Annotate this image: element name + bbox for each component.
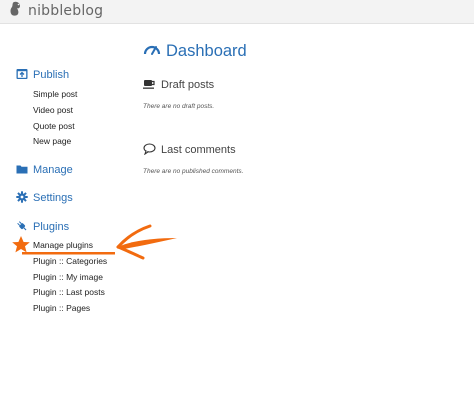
sidebar-item-new-page[interactable]: New page	[33, 135, 71, 147]
last-comments-title: Last comments	[161, 144, 236, 156]
draft-posts-header: Draft posts	[143, 77, 214, 93]
brand-name: nibbleblog	[28, 3, 104, 19]
main-content: Dashboard Draft posts There are no draft…	[143, 24, 474, 402]
squirrel-icon	[9, 1, 28, 22]
last-comments-header: Last comments	[143, 142, 236, 158]
page-title-text: Dashboard	[166, 41, 247, 60]
sidebar: Publish Simple post Video post Quote pos…	[0, 24, 135, 402]
sidebar-item-plugin-last-posts[interactable]: Plugin :: Last posts	[33, 286, 105, 298]
sidebar-section-plugins[interactable]: Plugins	[16, 219, 69, 235]
top-bar: nibbleblog	[0, 0, 474, 24]
sidebar-item-simple-post[interactable]: Simple post	[33, 88, 77, 100]
sidebar-item-plugin-my-image[interactable]: Plugin :: My image	[33, 271, 103, 283]
sidebar-item-plugin-pages[interactable]: Plugin :: Pages	[33, 302, 90, 314]
folder-icon	[16, 163, 33, 178]
publish-icon	[16, 68, 33, 83]
sidebar-section-label: Publish	[33, 69, 70, 81]
gear-icon	[16, 190, 33, 206]
draft-posts-title: Draft posts	[161, 79, 215, 91]
sidebar-section-publish[interactable]: Publish	[16, 67, 69, 83]
page-title: Dashboard	[143, 40, 247, 62]
sidebar-section-label: Settings	[33, 192, 73, 204]
last-comments-empty: There are no published comments.	[143, 168, 244, 175]
sidebar-item-video-post[interactable]: Video post	[33, 104, 73, 116]
brand-logo[interactable]: nibbleblog	[9, 1, 103, 21]
dashboard-gauge-icon	[143, 42, 166, 61]
sidebar-item-plugin-categories[interactable]: Plugin :: Categories	[33, 255, 107, 267]
sidebar-section-label: Manage	[33, 164, 73, 176]
sidebar-section-label: Plugins	[33, 221, 70, 233]
plug-icon	[16, 220, 33, 235]
sidebar-item-quote-post[interactable]: Quote post	[33, 120, 75, 132]
sidebar-section-manage[interactable]: Manage	[16, 162, 73, 178]
sidebar-section-settings[interactable]: Settings	[16, 190, 73, 206]
draft-posts-empty: There are no draft posts.	[143, 103, 215, 110]
comment-bubble-icon	[143, 142, 161, 158]
coffee-cup-icon	[143, 78, 161, 93]
sidebar-item-manage-plugins[interactable]: Manage plugins	[33, 239, 93, 251]
